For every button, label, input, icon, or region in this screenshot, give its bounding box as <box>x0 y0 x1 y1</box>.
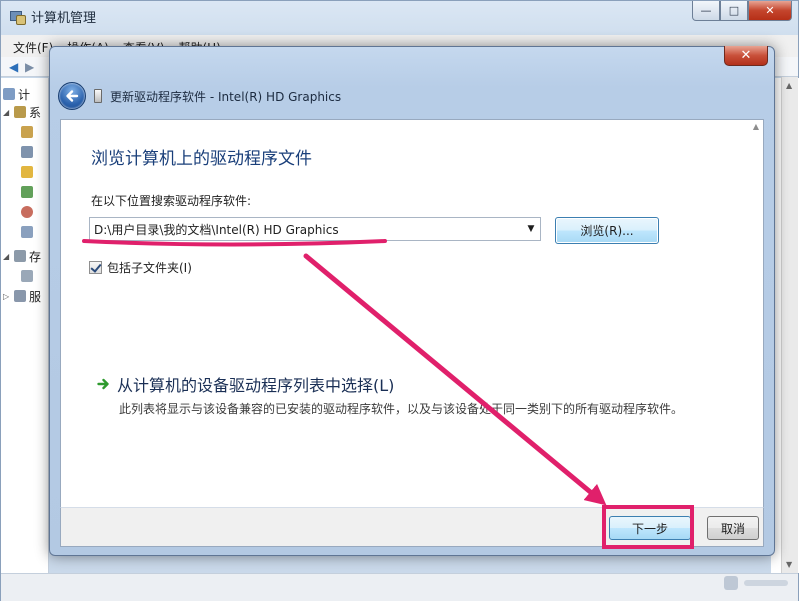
storage-icon <box>14 250 26 262</box>
users-icon <box>21 186 33 198</box>
tree-item-label: 存 <box>29 249 42 264</box>
tree-item[interactable] <box>21 204 33 220</box>
tree-item[interactable] <box>21 268 33 284</box>
status-bar <box>1 573 798 601</box>
tree-item[interactable]: 计 <box>3 86 30 102</box>
dialog-title: 更新驱动程序软件 - Intel(R) HD Graphics <box>110 89 342 104</box>
update-driver-dialog: ✕ 更新驱动程序软件 - Intel(R) HD Graphics ▲ 浏览计算… <box>49 46 775 556</box>
scroll-up-icon[interactable]: ▲ <box>753 122 759 131</box>
tree-item[interactable] <box>21 164 33 180</box>
services-icon <box>14 290 26 302</box>
event-icon <box>21 146 33 158</box>
next-button[interactable]: 下一步 <box>609 516 691 540</box>
minimize-button[interactable]: — <box>692 1 720 21</box>
cancel-button[interactable]: 取消 <box>707 516 759 540</box>
browse-button[interactable]: 浏览(R)... <box>555 217 659 244</box>
tree-item[interactable]: ▷ 服 <box>3 288 41 304</box>
tree-item[interactable] <box>21 184 33 200</box>
forward-arrow-icon[interactable]: ▶ <box>25 61 37 73</box>
chevron-down-icon[interactable]: ◢ <box>3 252 11 261</box>
console-tree: 计 ◢ 系 ◢ 存 ▷ 服 <box>1 78 49 573</box>
computer-icon <box>3 88 15 100</box>
dialog-header: 更新驱动程序软件 - Intel(R) HD Graphics <box>58 81 341 111</box>
dialog-content: ▲ 浏览计算机上的驱动程序文件 在以下位置搜索驱动程序软件: D:\用户目录\我… <box>60 119 764 507</box>
chevron-right-icon[interactable]: ▷ <box>3 292 11 301</box>
include-subfolders-label[interactable]: 包括子文件夹(I) <box>107 259 192 276</box>
disk-icon <box>21 270 33 282</box>
tree-item-label: 服 <box>29 289 42 304</box>
search-location-label: 在以下位置搜索驱动程序软件: <box>91 194 252 208</box>
folder-icon <box>21 166 33 178</box>
maximize-button[interactable]: □ <box>720 1 748 21</box>
back-arrow-icon[interactable]: ◀ <box>9 61 21 73</box>
tree-item[interactable] <box>21 224 33 240</box>
page-heading: 浏览计算机上的驱动程序文件 <box>91 149 312 169</box>
pick-from-list-link[interactable]: 从计算机的设备驱动程序列表中选择(L) <box>97 372 394 396</box>
watermark-logo <box>724 576 788 590</box>
pick-from-list-label[interactable]: 从计算机的设备驱动程序列表中选择(L) <box>117 372 394 396</box>
tree-item-label: 计 <box>18 87 31 102</box>
vertical-scrollbar[interactable]: ▲ ▼ <box>781 77 798 573</box>
driver-path-combobox[interactable]: D:\用户目录\我的文档\Intel(R) HD Graphics ▼ <box>89 217 541 241</box>
green-arrow-icon <box>97 378 109 390</box>
back-button[interactable] <box>58 82 86 110</box>
back-arrow-icon <box>66 90 79 102</box>
dialog-footer: 下一步 取消 <box>60 507 764 547</box>
tree-item[interactable] <box>21 124 33 140</box>
caption-buttons: — □ ✕ <box>692 1 792 21</box>
pick-from-list-description: 此列表将显示与该设备兼容的已安装的驱动程序软件，以及与该设备处于同一类别下的所有… <box>119 402 684 416</box>
scroll-up-icon[interactable]: ▲ <box>786 81 792 90</box>
window-titlebar: 计算机管理 <box>9 5 96 27</box>
chevron-down-icon[interactable]: ◢ <box>3 108 11 117</box>
window-title: 计算机管理 <box>31 10 97 26</box>
close-window-button[interactable]: ✕ <box>748 1 792 21</box>
include-subfolders-option[interactable]: 包括子文件夹(I) <box>89 259 192 276</box>
scroll-down-icon[interactable]: ▼ <box>786 560 792 569</box>
tree-item[interactable]: ◢ 系 <box>3 104 41 120</box>
device-icon <box>94 89 102 103</box>
driver-path-value[interactable]: D:\用户目录\我的文档\Intel(R) HD Graphics <box>90 221 522 238</box>
performance-icon <box>21 206 33 218</box>
computer-management-icon <box>9 8 26 25</box>
tree-item[interactable] <box>21 144 33 160</box>
tree-item-label: 系 <box>29 105 42 120</box>
menu-file[interactable]: 文件(F) <box>13 39 53 55</box>
device-manager-icon <box>21 226 33 238</box>
tools-icon <box>14 106 26 118</box>
dialog-close-button[interactable]: ✕ <box>724 46 768 66</box>
tree-item[interactable]: ◢ 存 <box>3 248 41 264</box>
chevron-down-icon[interactable]: ▼ <box>522 218 540 240</box>
clock-icon <box>21 126 33 138</box>
include-subfolders-checkbox[interactable] <box>89 261 102 274</box>
